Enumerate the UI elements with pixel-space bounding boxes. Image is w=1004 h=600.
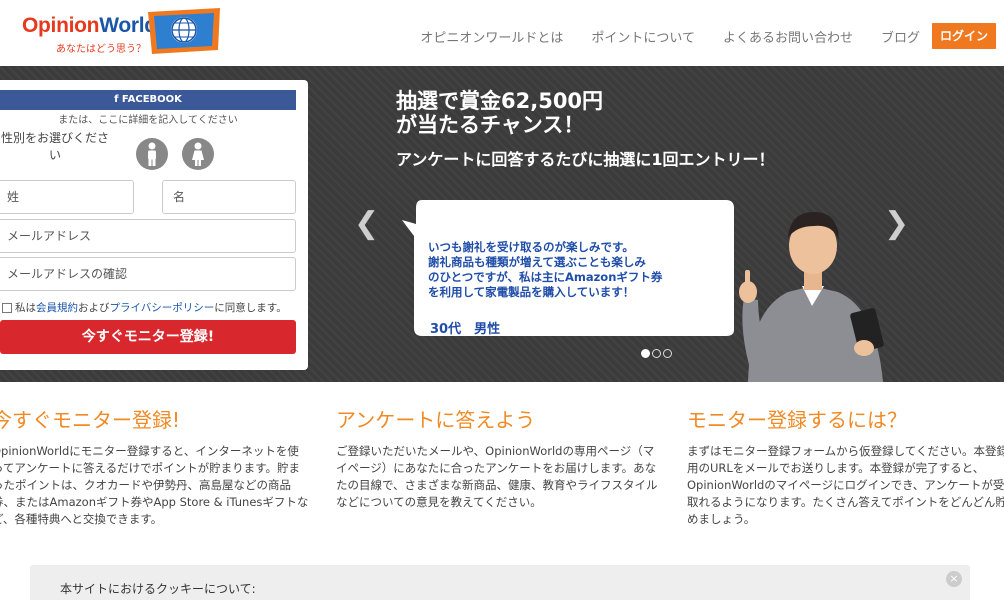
signup-form: f FACEBOOK または、ここに詳細を記入してください 性別をお選びください… <box>0 80 308 370</box>
cookie-notice: 本サイトにおけるクッキーについて: × <box>30 565 970 600</box>
testimonial-author: 30代 男性 <box>430 322 501 337</box>
hero-subtitle: アンケートに回答するたびに抽選に1回エントリー！ <box>396 150 775 169</box>
main-nav: オピニオンワールドとは ポイントについて よくあるお問い合わせ ブログ ログイン <box>392 23 996 49</box>
female-gender-icon[interactable] <box>182 138 214 170</box>
email-confirm-input[interactable]: メールアドレスの確認 <box>0 257 296 291</box>
feature-register-title: 今すぐモニター登録! <box>0 408 181 432</box>
cookie-notice-text: 本サイトにおけるクッキーについて: <box>60 582 256 596</box>
nav-faq[interactable]: よくあるお問い合わせ <box>723 27 853 46</box>
last-name-input[interactable]: 姓 <box>0 180 134 214</box>
terms-agreement: 私は 会員規約 および プライバシーポリシー に同意します。 <box>2 300 287 315</box>
feature-register: 今すぐモニター登録! OpinionWorldにモニター登録すると、インターネッ… <box>0 404 310 528</box>
nav-blog[interactable]: ブログ <box>881 27 920 46</box>
close-icon[interactable]: × <box>946 571 962 587</box>
globe-icon <box>148 8 220 54</box>
hero-title-line2: が当たるチャンス！ <box>396 113 585 137</box>
carousel-dot-2[interactable] <box>652 349 661 358</box>
carousel-prev-arrow-icon[interactable]: ❮ <box>354 206 379 241</box>
agree-prefix: 私は <box>15 302 36 314</box>
male-gender-icon[interactable] <box>136 138 168 170</box>
terms-link[interactable]: 会員規約 <box>36 300 78 315</box>
hero-carousel: 抽選で賞金62,500円 が当たるチャンス！ アンケートに回答するたびに抽選に1… <box>0 66 1004 382</box>
carousel-dots <box>641 349 674 358</box>
logo-tagline: あなたはどう思う？ <box>56 44 146 55</box>
testimonial-bubble: いつも謝礼を受け取るのが楽しみです。 謝礼商品も種類が増えて選ぶことも楽しみ の… <box>400 196 738 338</box>
form-or-text: または、ここに詳細を記入してください <box>58 115 238 126</box>
site-header: OpinionWorld あなたはどう思う？ オピニオンワールドとは ポイントに… <box>0 0 1004 66</box>
agree-suffix: に同意します。 <box>214 302 287 314</box>
feature-survey-body: ご登録いただいたメールや、OpinionWorldの専用ページ（マイページ）にあ… <box>336 444 658 509</box>
opinionworld-logo[interactable]: OpinionWorld あなたはどう思う？ <box>20 4 220 56</box>
hero-title-line1: 抽選で賞金62,500円 <box>396 89 604 113</box>
testimonial-text: いつも謝礼を受け取るのが楽しみです。 謝礼商品も種類が増えて選ぶことも楽しみ の… <box>428 240 663 299</box>
signup-submit-button[interactable]: 今すぐモニター登録! <box>0 320 296 354</box>
person-with-tablet-image <box>739 212 884 382</box>
nav-points[interactable]: ポイントについて <box>591 27 695 46</box>
email-input[interactable]: メールアドレス <box>0 219 296 253</box>
agree-and: および <box>78 302 110 314</box>
carousel-dot-1[interactable] <box>641 349 650 358</box>
terms-checkbox[interactable] <box>2 302 12 313</box>
page: OpinionWorld あなたはどう思う？ オピニオンワールドとは ポイントに… <box>0 0 1004 600</box>
nav-about[interactable]: オピニオンワールドとは <box>420 27 563 46</box>
first-name-input[interactable]: 名 <box>162 180 296 214</box>
privacy-link[interactable]: プライバシーポリシー <box>110 300 215 315</box>
carousel-dot-3[interactable] <box>663 349 672 358</box>
feature-howto: モニター登録するには？ まずはモニター登録フォームから仮登録してください。本登録… <box>687 404 1004 528</box>
facebook-signup-button[interactable]: f FACEBOOK <box>0 90 296 110</box>
feature-survey-title: アンケートに答えよう <box>336 408 536 432</box>
logo-wordmark: OpinionWorld <box>22 14 157 37</box>
feature-register-body: OpinionWorldにモニター登録すると、インターネットを使ってアンケートに… <box>0 444 309 526</box>
gender-label: 性別をお選びください <box>0 131 109 162</box>
feature-survey: アンケートに答えよう ご登録いただいたメールや、OpinionWorldの専用ペ… <box>336 404 658 511</box>
feature-howto-body: まずはモニター登録フォームから仮登録してください。本登録用のURLをメールでお送… <box>687 444 1004 526</box>
feature-howto-title: モニター登録するには？ <box>687 408 907 432</box>
hero-title: 抽選で賞金62,500円 が当たるチャンス！ <box>396 89 603 137</box>
login-button[interactable]: ログイン <box>931 23 996 49</box>
